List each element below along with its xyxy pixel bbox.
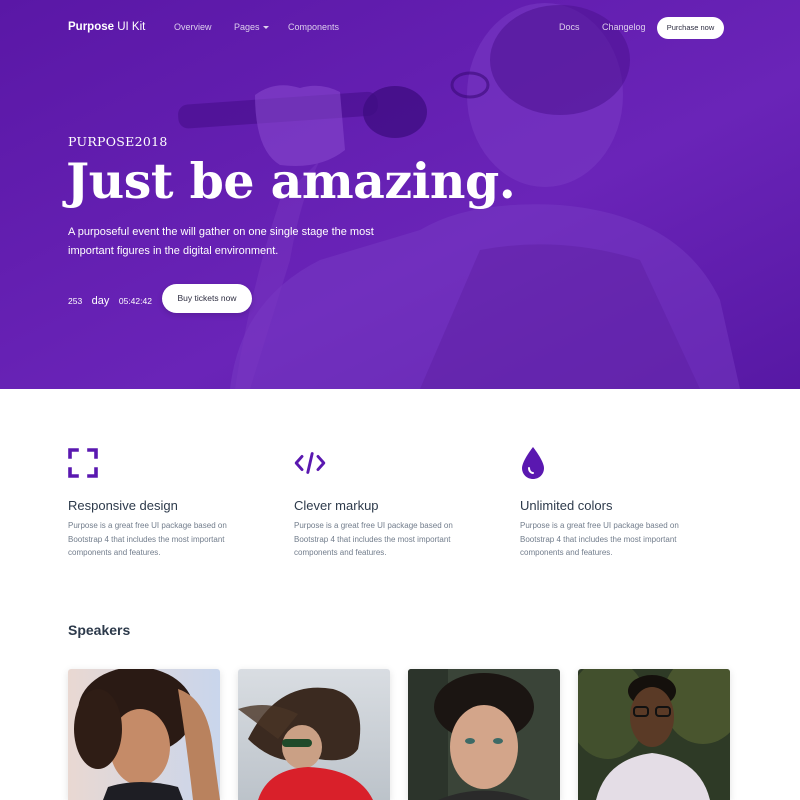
brand-bold: Purpose: [68, 21, 115, 33]
countdown-time: 05:42:42: [118, 296, 152, 306]
drop-icon: [522, 447, 544, 479]
purchase-now-button[interactable]: Purchase now: [657, 17, 724, 39]
feature-clever-markup: Clever markup Purpose is a great free UI…: [294, 446, 494, 560]
chevron-down-icon: [262, 26, 269, 29]
speaker-photo: [408, 669, 560, 800]
feature-title: Unlimited colors: [520, 498, 613, 513]
feature-title: Responsive design: [68, 498, 178, 513]
nav-overview[interactable]: Overview: [174, 22, 212, 32]
speaker-card[interactable]: [68, 669, 220, 800]
brand-rest: UI Kit: [114, 21, 146, 33]
hero-section: Purpose UI Kit Overview Pages Components…: [0, 0, 800, 389]
speaker-photo: [238, 669, 390, 800]
nav-pages[interactable]: Pages: [234, 22, 269, 32]
hero-eyebrow: PURPOSE2018: [68, 134, 168, 149]
feature-responsive-design: Responsive design Purpose is a great fre…: [68, 446, 268, 560]
nav-components[interactable]: Components: [288, 22, 339, 32]
nav-changelog[interactable]: Changelog: [602, 22, 646, 32]
buy-tickets-button[interactable]: Buy tickets now: [162, 284, 252, 313]
hero-lead: A purposeful event the will gather on on…: [68, 226, 374, 257]
hero-headline: Just be amazing.: [66, 152, 516, 210]
feature-description: Purpose is a great free UI package based…: [294, 521, 453, 557]
countdown-days: 253: [68, 296, 83, 306]
speaker-card[interactable]: [578, 669, 730, 800]
speaker-card[interactable]: [408, 669, 560, 800]
feature-description: Purpose is a great free UI package based…: [68, 521, 227, 557]
speaker-photo: [68, 669, 220, 800]
feature-title: Clever markup: [294, 498, 379, 513]
feature-description: Purpose is a great free UI package based…: [520, 521, 679, 557]
feature-unlimited-colors: Unlimited colors Purpose is a great free…: [520, 446, 720, 560]
top-navbar: Purpose UI Kit Overview Pages Components…: [0, 0, 800, 56]
event-countdown: 253 day 05:42:42: [68, 291, 152, 309]
code-icon: [294, 452, 326, 474]
expand-icon: [68, 448, 98, 478]
speaker-photo: [578, 669, 730, 800]
brand-logo[interactable]: Purpose UI Kit: [68, 21, 145, 33]
nav-docs[interactable]: Docs: [559, 22, 580, 32]
nav-pages-label: Pages: [234, 22, 260, 32]
speaker-card[interactable]: [238, 669, 390, 800]
countdown-unit: day: [91, 295, 110, 307]
speakers-heading: Speakers: [68, 622, 131, 638]
